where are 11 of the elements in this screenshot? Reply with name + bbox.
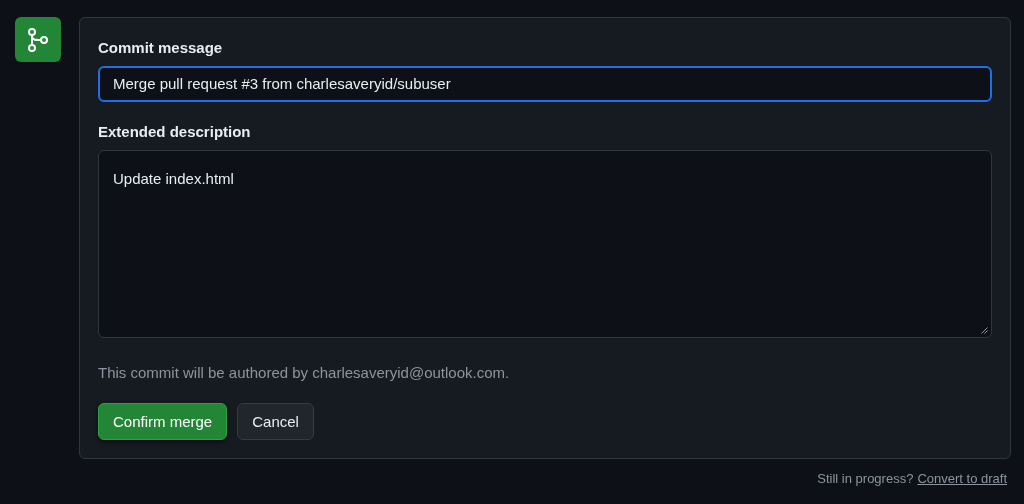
footer-text: Still in progress? xyxy=(817,471,914,486)
field-label: Extended description xyxy=(98,122,252,142)
text-area[interactable]: Update index.html xyxy=(98,150,992,338)
cancel-button[interactable]: Cancel xyxy=(237,403,314,440)
author-note: This commit will be authored by charlesaveryid@outlook.com. xyxy=(98,363,511,383)
resize-handle-icon[interactable] xyxy=(981,327,988,334)
branch-icon xyxy=(26,26,50,53)
convert-to-draft-link[interactable]: Convert to draft xyxy=(917,471,1007,486)
field-label: Commit message xyxy=(98,38,224,58)
confirm-merge-button[interactable]: Confirm merge xyxy=(98,403,228,440)
input-field[interactable]: Merge pull request #3 from charlesaveryid/subuser xyxy=(98,66,992,102)
